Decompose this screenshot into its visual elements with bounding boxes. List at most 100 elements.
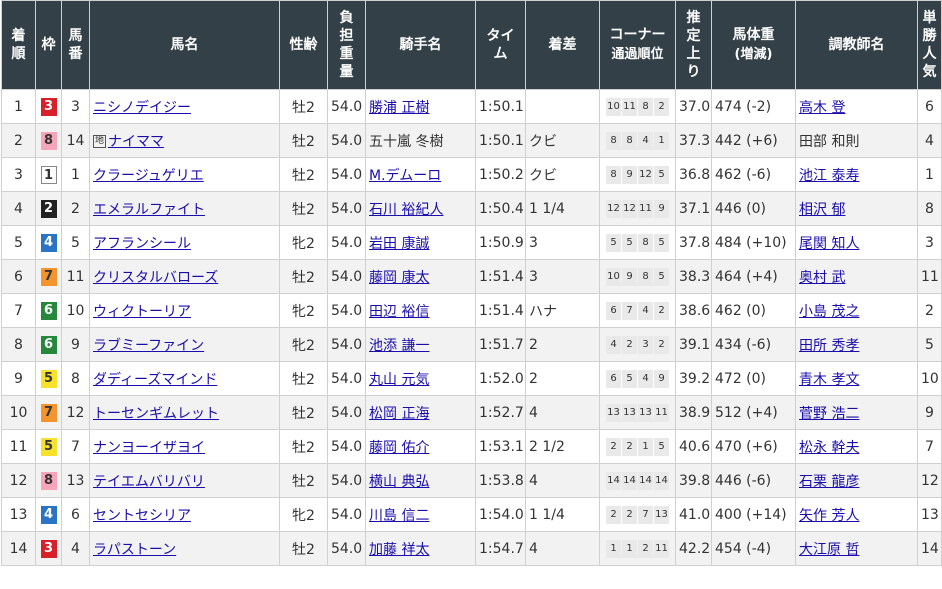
margin: 2 — [525, 327, 600, 362]
jockey-link[interactable]: 藤岡 康太 — [369, 270, 429, 286]
body-weight: 400 (+14) — [711, 497, 796, 532]
jockey-link[interactable]: 横山 典弘 — [369, 474, 429, 490]
horse-name-link[interactable]: クラージュゲリエ — [93, 168, 204, 184]
trainer-link[interactable]: 田所 秀孝 — [799, 338, 859, 354]
corner-position: 13 — [654, 506, 669, 524]
trainer-link[interactable]: 小島 茂之 — [799, 304, 859, 320]
table-row: 11 5 7 ナンヨーイザヨイ 牡2 54.0 藤岡 佑介 1:53.1 2 1/2 2 2 1 5 40… — [1, 429, 942, 464]
horse-number: 5 — [61, 225, 90, 260]
waku-badge: 2 — [40, 199, 57, 218]
table-row: 2 8 14 地ナイママ 牡2 54.0 五十嵐 冬樹 1:50.1 クビ 8 8 4 1 37.3 442… — [1, 123, 942, 158]
trainer-link[interactable]: 相沢 郁 — [799, 202, 845, 218]
trainer-link[interactable]: 奥村 武 — [799, 270, 845, 286]
corner-position: 5 — [654, 438, 669, 456]
horse-name-link[interactable]: トーセンギムレット — [93, 406, 219, 422]
jockey-cell: 横山 典弘 — [365, 463, 476, 498]
sex-age: 牡2 — [279, 395, 328, 430]
jockey-link[interactable]: 石川 裕紀人 — [369, 202, 443, 218]
horse-name-link[interactable]: ニシノデイジー — [93, 100, 191, 116]
horse-name-cell: トーセンギムレット — [89, 395, 280, 430]
trainer-link[interactable]: 青木 孝文 — [799, 372, 859, 388]
waku-cell: 5 — [35, 429, 62, 464]
carried-weight: 54.0 — [327, 395, 366, 430]
header-chakujun: 着順 — [1, 0, 36, 90]
jockey-link[interactable]: 藤岡 佑介 — [369, 440, 429, 456]
corner-cell: 13 13 13 11 — [599, 395, 676, 430]
carried-weight: 54.0 — [327, 531, 366, 566]
carried-weight: 54.0 — [327, 157, 366, 192]
jockey-link[interactable]: 勝浦 正樹 — [369, 100, 429, 116]
last-3f: 36.8 — [675, 157, 712, 192]
results-body: 1 3 3 ニシノデイジー 牡2 54.0 勝浦 正樹 1:50.1 10 11 8 2 37.0 474… — [1, 89, 942, 566]
corner-position: 2 — [606, 506, 621, 524]
horse-name-link[interactable]: ナイママ — [108, 134, 164, 150]
jockey-link[interactable]: 加藤 祥太 — [369, 542, 429, 558]
corner-cell: 10 11 8 2 — [599, 89, 676, 124]
horse-name-cell: ニシノデイジー — [89, 89, 280, 124]
trainer-cell: 大江原 哲 — [795, 531, 918, 566]
last-3f: 39.2 — [675, 361, 712, 396]
sex-age: 牡2 — [279, 89, 328, 124]
corner-position: 3 — [638, 336, 653, 354]
header-corner: コーナー 通過順位 — [599, 0, 676, 90]
waku-badge: 8 — [40, 131, 57, 150]
trainer-link[interactable]: 大江原 哲 — [799, 542, 859, 558]
corner-position: 11 — [638, 200, 653, 218]
trainer-cell: 菅野 浩二 — [795, 395, 918, 430]
trainer-cell: 松永 幹夫 — [795, 429, 918, 464]
trainer-cell: 高木 登 — [795, 89, 918, 124]
horse-name-link[interactable]: ダディーズマインド — [93, 372, 217, 388]
trainer-link[interactable]: 池江 泰寿 — [799, 168, 859, 184]
body-weight: 446 (0) — [711, 191, 796, 226]
corner-position: 14 — [654, 472, 669, 490]
jockey-cell: M.デムーロ — [365, 157, 476, 192]
body-weight: 484 (+10) — [711, 225, 796, 260]
corner-position: 9 — [654, 200, 669, 218]
finish-rank: 3 — [1, 157, 36, 192]
header-waku: 枠 — [35, 0, 62, 90]
trainer-link[interactable]: 菅野 浩二 — [799, 406, 859, 422]
corner-position: 1 — [654, 132, 669, 150]
horse-name-link[interactable]: クリスタルバローズ — [93, 270, 218, 286]
sex-age: 牡2 — [279, 259, 328, 294]
trainer-link[interactable]: 尾関 知人 — [799, 236, 859, 252]
sex-age: 牡2 — [279, 429, 328, 464]
waku-cell: 6 — [35, 327, 62, 362]
jockey-link[interactable]: M.デムーロ — [369, 168, 441, 184]
trainer-link[interactable]: 高木 登 — [799, 100, 845, 116]
margin: 4 — [525, 395, 600, 430]
trainer-name: 田部 和則 — [799, 133, 860, 150]
horse-name-link[interactable]: ラブミーファイン — [93, 338, 204, 354]
horse-name-link[interactable]: セントセシリア — [93, 508, 191, 524]
carried-weight: 54.0 — [327, 259, 366, 294]
body-weight: 462 (0) — [711, 293, 796, 328]
horse-name-link[interactable]: ウィクトーリア — [93, 304, 191, 320]
horse-name-link[interactable]: ラパストーン — [93, 542, 176, 558]
trainer-link[interactable]: 石栗 龍彦 — [799, 474, 859, 490]
corner-position: 1 — [622, 540, 637, 558]
jockey-link[interactable]: 丸山 元気 — [369, 372, 429, 388]
horse-name-link[interactable]: ナンヨーイザヨイ — [93, 440, 205, 456]
jockey-link[interactable]: 川島 信二 — [369, 508, 429, 524]
horse-name-link[interactable]: テイエムバリバリ — [93, 474, 205, 490]
race-time: 1:50.9 — [475, 225, 526, 260]
jockey-link[interactable]: 松岡 正海 — [369, 406, 429, 422]
table-row: 10 7 12 トーセンギムレット 牡2 54.0 松岡 正海 1:52.7 4 13 13 13 11… — [1, 395, 942, 430]
corner-cell: 14 14 14 14 — [599, 463, 676, 498]
jockey-link[interactable]: 田辺 裕信 — [369, 304, 429, 320]
finish-rank: 11 — [1, 429, 36, 464]
jockey-link[interactable]: 岩田 康誠 — [369, 236, 429, 252]
waku-cell: 4 — [35, 225, 62, 260]
horse-name-link[interactable]: アフランシール — [93, 236, 191, 252]
popularity: 5 — [917, 327, 942, 362]
margin: ハナ — [525, 293, 600, 328]
last-3f: 38.6 — [675, 293, 712, 328]
jockey-link[interactable]: 池添 謙一 — [369, 338, 429, 354]
margin: 4 — [525, 531, 600, 566]
trainer-link[interactable]: 矢作 芳人 — [799, 508, 859, 524]
table-row: 4 2 2 エメラルファイト 牡2 54.0 石川 裕紀人 1:50.4 1 1/4 12 12 11… — [1, 191, 942, 226]
corner-position: 11 — [654, 540, 669, 558]
trainer-link[interactable]: 松永 幹夫 — [799, 440, 859, 456]
horse-name-cell: テイエムバリバリ — [89, 463, 280, 498]
horse-name-link[interactable]: エメラルファイト — [93, 202, 205, 218]
